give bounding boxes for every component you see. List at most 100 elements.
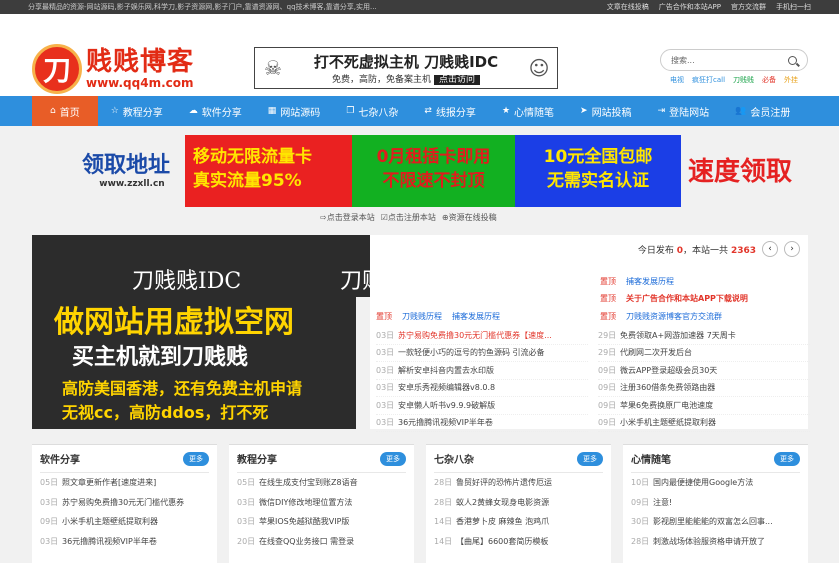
list-item[interactable]: 14日 香港萝卜皮 麻辣鱼 泡鸡爪 (434, 512, 603, 532)
hot-tag[interactable]: 刀贱贱 (733, 75, 754, 85)
category-boxes: 软件分享 更多 05日 照文章更新作者[速度进来] 03日 苏宁易购免费撸30元无门槛… (32, 444, 808, 563)
list-item[interactable]: 03日 安卓懒人听书v9.9.9破解版 (376, 397, 588, 415)
site-logo[interactable]: 刀 贱贱博客 www.qq4m.com (32, 44, 194, 94)
list-item[interactable]: 03日 苏宁易购免费撸30元无门槛代惠券 (40, 493, 209, 513)
list-item[interactable]: 03日 解析安卓抖音内置去水印版 (376, 362, 588, 380)
hot-tag[interactable]: 电视 (670, 75, 684, 85)
main-nav: ⌂ 首页 ☆ 教程分享 ☁ 软件分享 ▦ 网站源码 ❐ 七杂八杂 ⇄ 线报分享 ★ 心情随笔 … (0, 96, 839, 126)
pinned-item[interactable]: 置顶 刀贱贱资源博客官方交流群 (600, 311, 722, 322)
header-ad-title: 打不死虚拟主机 刀贱贱IDC (313, 53, 499, 71)
account-links: ⇨点击登录本站 ☑点击注册本站 ⊕资源在线投稿 (320, 212, 497, 223)
list-item[interactable]: 03日 安卓乐秀视频编辑器v8.0.8 (376, 380, 588, 397)
news-stats: 今日发布 0，本站一共 2363 ‹ › (638, 241, 800, 257)
banner-red-block: 移动无限流量卡 真实流量95% (185, 135, 352, 207)
top-link-submit[interactable]: 文章在线投稿 (607, 2, 649, 12)
nav-register[interactable]: 👥 会员注册 (722, 96, 803, 126)
hot-tag[interactable]: 疯狂打call (692, 75, 725, 85)
home-icon: ⌂ (50, 106, 56, 116)
list-item[interactable]: 03日 一款轻便小巧的逗号的钓鱼源码 引流必备 (376, 345, 588, 362)
grid-icon: ▦ (267, 106, 277, 116)
list-item[interactable]: 28日 刺激战场体验服资格申请开放了 (631, 532, 800, 552)
list-item[interactable]: 14日 【曲尾】6600套简历模板 (434, 532, 603, 552)
search-box[interactable]: 搜索... (660, 49, 808, 71)
box-title: 软件分享 (40, 455, 80, 466)
list-item[interactable]: 20日 在线查QQ业务接口 需登录 (237, 532, 406, 552)
hot-tag[interactable]: 必备 (762, 75, 776, 85)
list-item[interactable]: 09日 小米手机主题壁纸提取利器 (598, 415, 810, 432)
promo-banner[interactable]: 领取地址 www.zzxll.cn 移动无限流量卡 真实流量95% 0月租插卡即用… (0, 135, 839, 213)
more-button[interactable]: 更多 (380, 451, 406, 466)
more-button[interactable]: 更多 (183, 451, 209, 466)
list-item[interactable]: 03日 36元撸腾讯视频VIP半年卷 (376, 415, 588, 432)
list-item[interactable]: 09日 注意! (631, 493, 800, 513)
list-item[interactable]: 29日 免费领取A+网游加速器 7天周卡 (598, 327, 810, 345)
more-button[interactable]: 更多 (774, 451, 800, 466)
list-item[interactable]: 05日 在线生成支付宝到账Z8语音 (237, 473, 406, 493)
pinned-item[interactable]: 置顶 关于广告合作和本站APP下载说明 (600, 293, 748, 304)
list-item[interactable]: 03日 苹果IOS免越狱酷我VIP版 (237, 512, 406, 532)
header-ad[interactable]: ☠ 打不死虚拟主机 刀贱贱IDC 免费，高防，免备案主机 点击访问 ☺ (254, 47, 558, 89)
logo-url: www.qq4m.com (86, 76, 194, 90)
register-link[interactable]: ☑点击注册本站 (381, 212, 436, 223)
hero-slide[interactable]: 刀贱贱IDC 做网站用虚拟空网 买主机就到刀贱贱 高防美国香港，还有免费主机申请… (32, 235, 356, 429)
box-software: 软件分享 更多 05日 照文章更新作者[速度进来] 03日 苏宁易购免费撸30元无门槛… (32, 444, 217, 563)
list-item[interactable]: 09日 注册360借条免费领路由器 (598, 380, 810, 397)
pinned-item[interactable]: 置顶 刀贱贱历程 捕客发展历程 (376, 311, 500, 322)
top-links: 文章在线投稿 广告合作和本站APP 官方交流群 手机扫一扫 (607, 2, 811, 12)
banner-cta[interactable]: 速度领取 (688, 151, 792, 188)
header-ad-button[interactable]: 点击访问 (433, 75, 480, 85)
heart-icon: ★ (501, 106, 511, 116)
users-icon: 👥 (735, 106, 747, 116)
nav-home[interactable]: ⌂ 首页 (32, 96, 98, 126)
list-item[interactable]: 09日 小米手机主题壁纸提取利器 (40, 512, 209, 532)
top-link-app[interactable]: 广告合作和本站APP (659, 2, 721, 12)
list-item[interactable]: 09日 苹果6免费换原厂电池速度 (598, 397, 810, 415)
hot-tags: 电视 疯狂打call 刀贱贱 必备 外挂 (670, 75, 798, 85)
prev-icon[interactable]: ‹ (762, 241, 778, 257)
list-item[interactable]: 09日 微云APP登录超级会员30天 (598, 362, 810, 380)
box-title: 教程分享 (237, 455, 277, 466)
box-misc: 七杂八杂 更多 28日 鲁贸好评的恐怖片遗传厄运 28日 蚁人2黄蜂女现身电影资源 1… (426, 444, 611, 563)
skull-icon: ☠ (264, 56, 282, 80)
cat-icon: ☺ (528, 56, 550, 80)
nav-tutorials[interactable]: ☆ 教程分享 (98, 96, 176, 126)
nav-deals[interactable]: ⇄ 线报分享 (411, 96, 489, 126)
box-title: 心情随笔 (631, 455, 671, 466)
logo-title: 贱贱博客 (86, 47, 195, 77)
list-item[interactable]: 03日 苏宁易购免费撸30元无门槛代惠券【速度... (376, 327, 588, 345)
site-header: 刀 贱贱博客 www.qq4m.com ☠ 打不死虚拟主机 刀贱贱IDC 免费，… (0, 14, 839, 96)
nav-misc[interactable]: ❐ 七杂八杂 (333, 96, 411, 126)
pinned-item[interactable]: 置顶 捕客发展历程 (600, 276, 674, 287)
top-bar: 分享最精品的资源-网站源码,影子娱乐网,科学刀,影子资源网,影子门户,靠谱资源网… (0, 0, 839, 14)
list-item[interactable]: 28日 蚁人2黄蜂女现身电影资源 (434, 493, 603, 513)
nav-mood[interactable]: ★ 心情随笔 (489, 96, 567, 126)
top-link-group[interactable]: 官方交流群 (731, 2, 766, 12)
list-item[interactable]: 30日 影视剧里能能能的双富怎么回事... (631, 512, 800, 532)
list-item[interactable]: 03日 微信DIY修改地理位置方法 (237, 493, 406, 513)
search-icon[interactable] (788, 55, 797, 65)
box-tutorials: 教程分享 更多 05日 在线生成支付宝到账Z8语音 03日 微信DIY修改地理位置方法… (229, 444, 414, 563)
star-icon: ☆ (110, 106, 119, 116)
nav-source[interactable]: ▦ 网站源码 (255, 96, 334, 126)
nav-login[interactable]: ⇥ 登陆网站 (645, 96, 723, 126)
site-tagline: 分享最精品的资源-网站源码,影子娱乐网,科学刀,影子资源网,影子门户,靠谱资源网… (28, 3, 377, 11)
next-icon[interactable]: › (784, 241, 800, 257)
hot-tag[interactable]: 外挂 (784, 75, 798, 85)
nav-submit[interactable]: ➤ 网站投稿 (567, 96, 645, 126)
list-item[interactable]: 05日 照文章更新作者[速度进来] (40, 473, 209, 493)
submit-link[interactable]: ⊕资源在线投稿 (442, 212, 497, 223)
list-item[interactable]: 28日 鲁贸好评的恐怖片遗传厄运 (434, 473, 603, 493)
news-list-right: 29日 免费领取A+网游加速器 7天周卡 29日 代刷网二次开发后台 09日 微云AP… (598, 327, 810, 432)
nav-software[interactable]: ☁ 软件分享 (176, 96, 255, 126)
more-button[interactable]: 更多 (577, 451, 603, 466)
box-mood: 心情随笔 更多 10日 国内最便捷使用Google方法 09日 注意! 30日 影视剧里… (623, 444, 808, 563)
list-item[interactable]: 10日 国内最便捷使用Google方法 (631, 473, 800, 493)
list-item[interactable]: 29日 代刷网二次开发后台 (598, 345, 810, 362)
news-panel: 今日发布 0，本站一共 2363 ‹ › 置顶 捕客发展历程 置顶 刀贱贱历程 捕客发… (370, 235, 810, 432)
send-icon: ➤ (580, 106, 588, 116)
search-input[interactable]: 搜索... (671, 55, 695, 66)
top-link-qrcode[interactable]: 手机扫一扫 (776, 2, 811, 12)
login-link[interactable]: ⇨点击登录本站 (320, 212, 375, 223)
list-item[interactable]: 03日 36元撸腾讯视频VIP半年卷 (40, 532, 209, 552)
news-list-left: 03日 苏宁易购免费撸30元无门槛代惠券【速度... 03日 一款轻便小巧的逗号的钓… (376, 327, 588, 432)
